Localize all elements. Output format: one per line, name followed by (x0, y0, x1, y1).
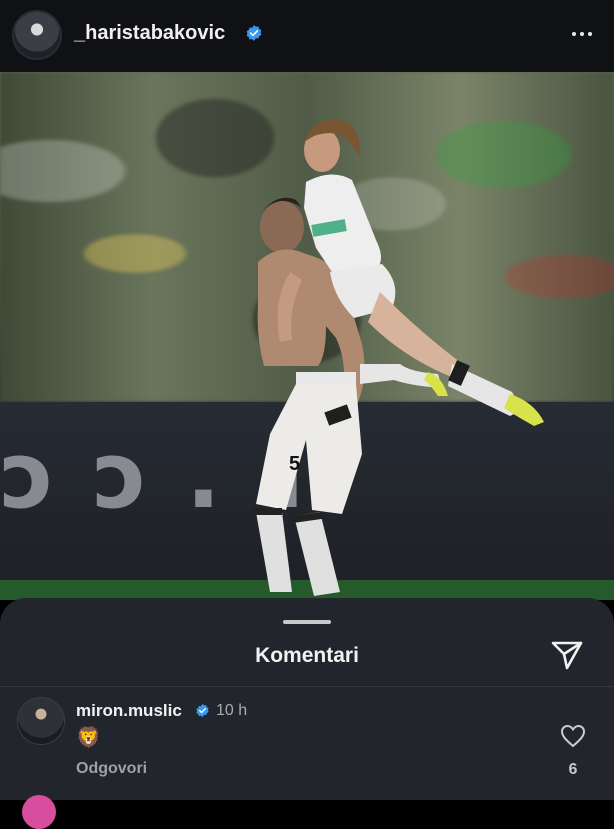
sheet-divider (0, 686, 614, 687)
comment-text: 🦁 (76, 725, 101, 749)
reply-button[interactable]: Odgovori (76, 760, 147, 778)
like-count: 6 (568, 761, 578, 778)
comments-sheet: Komentari miron.muslic 10 h 🦁 Odgovori 6 (0, 598, 614, 829)
post-header: _haristabakovic (0, 0, 614, 72)
jersey-number: 5 (289, 453, 300, 475)
post-photo: ɔ ɔ . ı 5 (0, 72, 614, 600)
sheet-title: Komentari (255, 644, 359, 667)
author-avatar[interactable] (14, 12, 60, 58)
send-icon[interactable] (549, 638, 585, 672)
comment-username[interactable]: miron.muslic (76, 701, 182, 721)
commenter-avatar[interactable] (18, 698, 64, 744)
author-username[interactable]: _haristabakovic (74, 22, 225, 45)
drag-handle[interactable] (283, 620, 331, 624)
heart-icon[interactable] (560, 724, 586, 748)
more-options-icon[interactable] (568, 20, 596, 48)
celebrating-players: 5 (252, 119, 544, 596)
comment-timestamp: 10 h (216, 702, 248, 719)
verified-badge-icon (246, 25, 262, 41)
next-commenter-avatar[interactable] (22, 795, 56, 829)
verified-badge-icon (196, 703, 209, 718)
